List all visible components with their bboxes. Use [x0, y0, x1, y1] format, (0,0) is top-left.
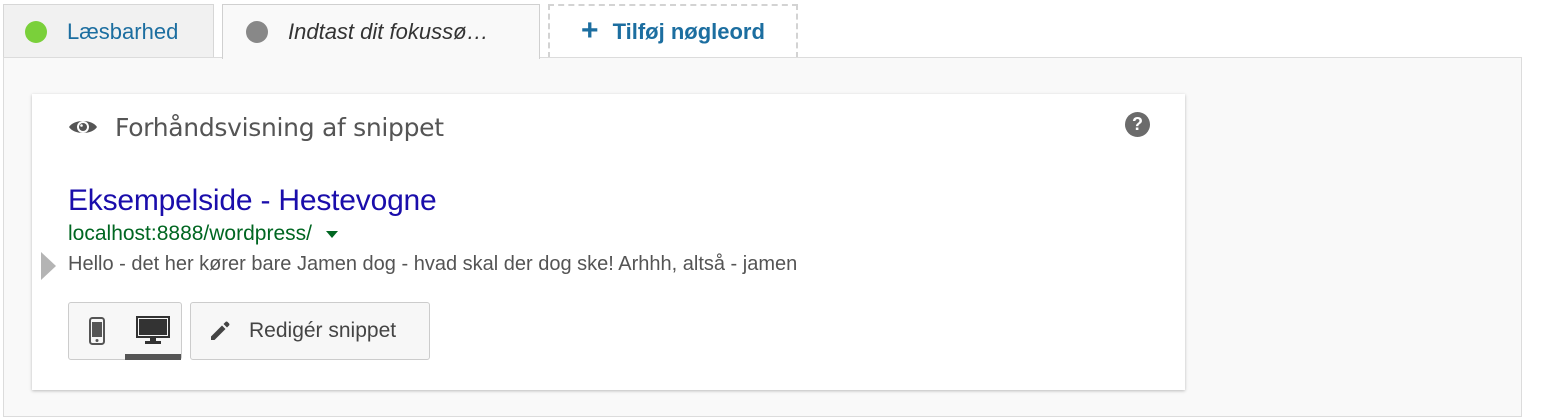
serp-url-row: localhost:8888/wordpress/	[68, 222, 338, 246]
preview-mode-switcher	[68, 302, 182, 360]
caret-down-icon	[325, 230, 338, 238]
eye-icon	[69, 121, 97, 133]
metabox-tabs: Læsbarhed Indtast dit fokussø… + Tilføj …	[0, 0, 1542, 59]
snippet-preview-card: Forhåndsvisning af snippet ? Eksempelsid…	[32, 94, 1185, 390]
snippet-preview-title: Forhåndsvisning af snippet	[115, 112, 444, 142]
tab-readability[interactable]: Læsbarhed	[3, 4, 214, 58]
desktop-preview-button[interactable]	[125, 303, 181, 360]
plus-icon: +	[581, 14, 599, 47]
readability-status-dot	[25, 20, 47, 43]
edit-snippet-label: Redigér snippet	[249, 319, 397, 342]
focus-keyword-status-dot	[246, 21, 268, 43]
pencil-icon	[211, 321, 230, 340]
tab-focus-keyword[interactable]: Indtast dit fokussø…	[222, 4, 540, 59]
mobile-preview-button[interactable]	[69, 303, 125, 359]
add-keyword-button[interactable]: + Tilføj nøgleord	[548, 4, 798, 58]
tab-readability-label: Læsbarhed	[67, 18, 179, 44]
add-keyword-label: Tilføj nøgleord	[612, 19, 765, 44]
tab-focus-keyword-label: Indtast dit fokussø…	[288, 19, 489, 44]
mobile-icon	[89, 317, 105, 345]
edit-snippet-button[interactable]: Redigér snippet	[190, 302, 430, 360]
desktop-icon	[136, 316, 170, 344]
description-marker-icon	[41, 252, 56, 280]
serp-description[interactable]: Hello - det her kører bare Jamen dog - h…	[68, 253, 797, 276]
serp-url: localhost:8888/wordpress/	[68, 222, 312, 245]
snippet-preview-header: Forhåndsvisning af snippet	[68, 112, 444, 142]
question-icon[interactable]: ?	[1125, 112, 1150, 137]
serp-title[interactable]: Eksempelside - Hestevogne	[68, 184, 437, 218]
